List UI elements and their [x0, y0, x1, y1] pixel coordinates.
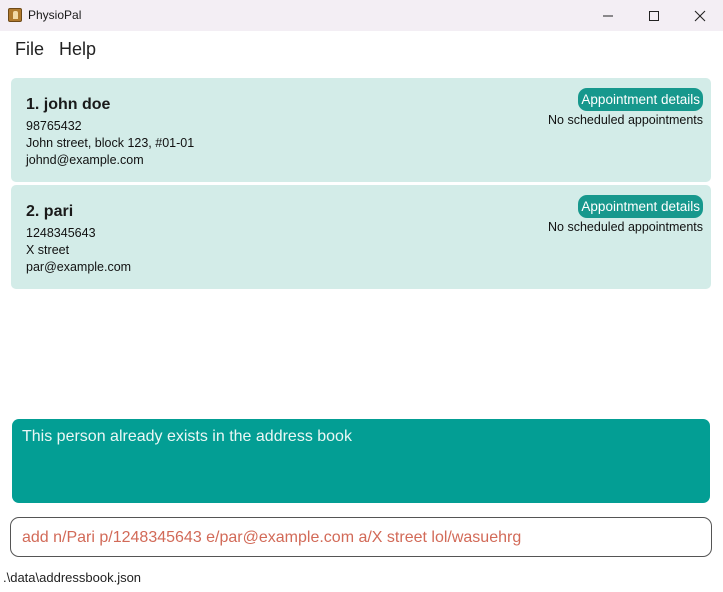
person-phone: 98765432 [26, 119, 82, 133]
status-file-path: .\data\addressbook.json [3, 570, 142, 585]
minimize-button[interactable] [585, 0, 631, 31]
window-title: PhysioPal [28, 8, 82, 22]
person-email: par@example.com [26, 260, 132, 274]
appointment-status: No scheduled appointments [548, 220, 703, 234]
person-address: John street, block 123, #01-01 [26, 136, 195, 150]
close-icon [694, 10, 706, 21]
menu-help[interactable]: Help [59, 39, 96, 60]
person-name: 1. john doe [26, 96, 111, 113]
command-input[interactable]: add n/Pari p/1248345643 e/par@example.co… [10, 517, 712, 557]
result-message: This person already exists in the addres… [22, 428, 352, 445]
appointment-details-button[interactable]: Appointment details [578, 195, 703, 218]
app-icon [8, 8, 22, 22]
person-card[interactable]: 1. john doe 98765432 John street, block … [11, 78, 711, 182]
appointment-details-button[interactable]: Appointment details [578, 88, 703, 111]
menu-file[interactable]: File [15, 39, 44, 60]
maximize-icon [649, 10, 659, 21]
person-phone: 1248345643 [26, 226, 96, 240]
status-bar: .\data\addressbook.json [0, 568, 723, 592]
close-button[interactable] [677, 0, 723, 31]
person-address: X street [26, 243, 70, 257]
appointment-status: No scheduled appointments [548, 113, 703, 127]
command-input-value[interactable]: add n/Pari p/1248345643 e/par@example.co… [22, 529, 521, 547]
title-bar: PhysioPal [0, 0, 723, 31]
result-display: This person already exists in the addres… [12, 419, 710, 503]
menu-bar: File Help [0, 31, 723, 67]
person-name: 2. pari [26, 203, 74, 220]
minimize-icon [603, 15, 613, 16]
person-email: johnd@example.com [26, 153, 144, 167]
maximize-button[interactable] [631, 0, 677, 31]
person-card[interactable]: 2. pari 1248345643 X street par@example.… [11, 185, 711, 289]
